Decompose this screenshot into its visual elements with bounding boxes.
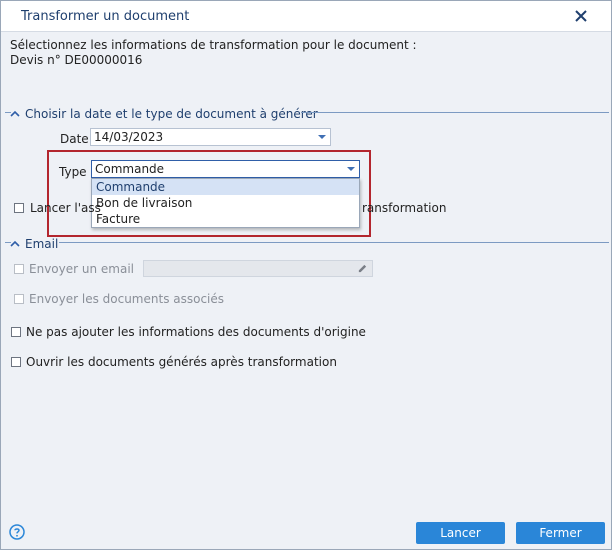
send-email-label: Envoyer un email <box>29 262 134 276</box>
section-email-header[interactable]: Email <box>9 237 58 251</box>
send-email-checkbox[interactable] <box>14 264 24 274</box>
title-bar: Transformer un document <box>1 1 611 32</box>
info-line-1: Sélectionnez les informations de transfo… <box>10 38 417 52</box>
chevron-up-icon <box>10 110 20 117</box>
date-value: 14/03/2023 <box>94 130 164 144</box>
no-origin-info-label: Ne pas ajouter les informations des docu… <box>26 325 366 339</box>
open-generated-checkbox[interactable] <box>11 357 21 367</box>
section-email-title: Email <box>25 237 59 251</box>
info-panel: Sélectionnez les informations de transfo… <box>1 32 611 92</box>
section-date-type-header[interactable]: Choisir la date et le type de document à… <box>9 107 318 121</box>
lancer-checkbox[interactable] <box>14 203 24 213</box>
lancer-button[interactable]: Lancer <box>416 522 505 544</box>
info-line-2: Devis n° DE00000016 <box>10 53 143 67</box>
open-generated-label: Ouvrir les documents générés après trans… <box>26 355 337 369</box>
close-icon[interactable] <box>571 6 591 26</box>
chevron-up-icon <box>10 240 20 247</box>
fermer-button[interactable]: Fermer <box>516 522 605 544</box>
chevron-down-icon[interactable] <box>318 135 326 139</box>
section-divider-left <box>5 112 11 113</box>
lancer-label-prefix: Lancer l'ass <box>30 201 101 215</box>
lancer-label-suffix: ransformation <box>362 201 447 215</box>
highlight-box <box>47 150 371 237</box>
dialog-title: Transformer un document <box>21 9 190 24</box>
section-divider-left <box>5 242 11 243</box>
help-icon[interactable] <box>9 524 25 540</box>
send-docs-checkbox[interactable] <box>14 294 24 304</box>
section-divider <box>301 112 609 113</box>
send-docs-label: Envoyer les documents associés <box>29 292 225 306</box>
date-label: Date <box>60 132 89 146</box>
transform-dialog: Transformer un document Sélectionnez les… <box>0 0 612 550</box>
section-date-type-title: Choisir la date et le type de document à… <box>25 107 318 121</box>
date-picker[interactable]: 14/03/2023 <box>90 128 331 146</box>
section-divider <box>59 242 609 243</box>
email-field[interactable] <box>143 260 373 277</box>
no-origin-info-checkbox[interactable] <box>11 327 21 337</box>
pencil-icon[interactable] <box>357 263 368 274</box>
